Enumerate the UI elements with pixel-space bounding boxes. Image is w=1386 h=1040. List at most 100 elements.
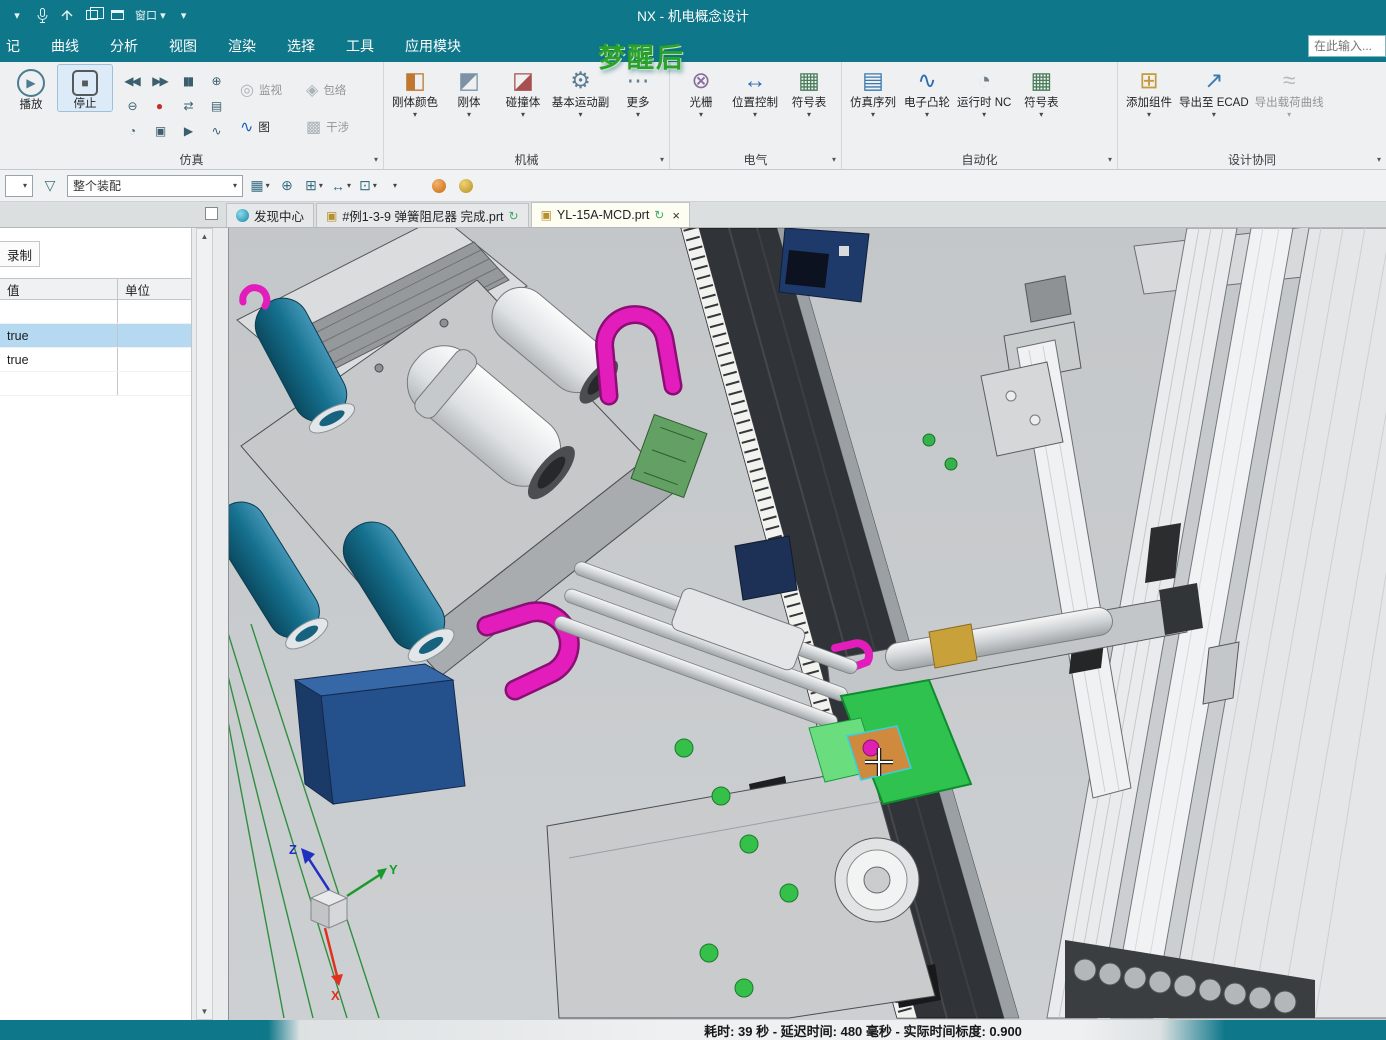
motor-box[interactable] [293, 663, 466, 806]
command-search-input[interactable] [1308, 35, 1386, 57]
scroll-up-icon[interactable]: ▲ [201, 232, 209, 241]
export-ecad-button[interactable]: ↗ 导出至 ECAD ▾ [1176, 65, 1252, 119]
group-label-automation[interactable]: 自动化 ▾ [842, 150, 1117, 169]
group-label-text: 机械 [514, 153, 539, 167]
symbol-table-auto-button[interactable]: ▦ 符号表 ▾ [1014, 65, 1068, 119]
menu-item-application[interactable]: 应用模块 [405, 36, 461, 56]
pause-icon[interactable]: ▮▮ [174, 69, 201, 93]
move-component-icon[interactable]: ↔ ▾ [331, 175, 351, 197]
capture-icon[interactable]: ▣ [146, 119, 173, 143]
record-icon[interactable]: ● [146, 94, 173, 118]
snap-point-icon[interactable]: ⊞ ▾ [304, 175, 324, 197]
assembly-scope-dropdown[interactable]: 整个装配 ▾ [67, 174, 243, 197]
tab-spring-damper-part[interactable]: ▣ #例1-3-9 弹簧阻尼器 完成.prt ↻ [316, 203, 529, 227]
menu-item-view[interactable]: 视图 [169, 36, 197, 56]
simulation-sequence-button[interactable]: ▤ 仿真序列 ▾ [846, 65, 900, 119]
table-row[interactable] [0, 372, 191, 396]
reload-icon[interactable]: ↻ [509, 209, 519, 223]
menu-item-0[interactable]: 记 [6, 36, 20, 56]
sensor-box-top[interactable] [778, 228, 870, 303]
export-load-curve-button[interactable]: ≈ 导出载荷曲线 ▾ [1252, 65, 1327, 119]
stopwatch-icon[interactable]: ◔ [118, 119, 145, 143]
position-control-icon: ↔ [743, 67, 767, 93]
simulation-sequence-icon: ▤ [862, 67, 884, 93]
group-label-simulation[interactable]: 仿真 ▾ [0, 150, 383, 169]
chart-button[interactable]: ∿ 图 [235, 108, 301, 145]
more-tools-dropdown-icon[interactable]: ▾ [385, 175, 405, 197]
scroll-down-icon[interactable]: ▼ [201, 1007, 209, 1016]
button-label: 符号表 [1024, 97, 1059, 109]
microphone-icon[interactable] [35, 7, 49, 23]
tab-discovery-center[interactable]: 发现中心 [226, 203, 315, 227]
jump-start-icon[interactable]: ◀◀ [118, 69, 145, 93]
collision-body-icon: ◪ [512, 67, 534, 93]
title-bar: ▾ 窗口 ▾ ▾ NX - 机电概念设计 [0, 0, 1386, 30]
symbol-table-button[interactable]: ▦ 符号表 ▾ [782, 65, 836, 119]
menu-item-curve[interactable]: 曲线 [51, 36, 79, 56]
jump-end-icon[interactable]: ▶▶ [146, 69, 173, 93]
table-row[interactable] [0, 300, 191, 324]
group-label-collaboration[interactable]: 设计协同 ▾ [1118, 150, 1386, 169]
menu-item-render[interactable]: 渲染 [228, 36, 256, 56]
copy-window-icon[interactable] [85, 7, 104, 23]
play-once-icon[interactable]: ▶ [174, 119, 201, 143]
rigid-body-color-button[interactable]: ◧ 刚体颜色 ▾ [388, 65, 442, 119]
more-button[interactable]: ⋯ 更多 ▾ [611, 65, 665, 119]
close-icon[interactable]: × [672, 208, 680, 223]
simulation-timing-status: 耗时: 39 秒 - 延迟时间: 480 毫秒 - 实际时间标度: 0.900 [704, 1023, 1022, 1039]
reload-icon[interactable]: ↻ [654, 208, 664, 222]
monitor-button[interactable]: ◎ 监视 [235, 71, 301, 108]
select-in-window-icon[interactable]: ▦ ▾ [250, 175, 270, 197]
runtime-nc-button[interactable]: ◔ 运行时 NC ▾ [954, 65, 1014, 119]
electronic-cam-button[interactable]: ∿ 电子凸轮 ▾ [900, 65, 954, 119]
basic-joint-button[interactable]: ⚙ 基本运动副 ▾ [550, 65, 611, 119]
panel-scrollbar[interactable]: ▲ ▼ [196, 228, 213, 1020]
menu-item-select[interactable]: 选择 [287, 36, 315, 56]
button-label: 刚体颜色 [392, 97, 438, 109]
rigid-body-button[interactable]: ◩ 刚体 ▾ [442, 65, 496, 119]
menu-item-tools[interactable]: 工具 [346, 36, 374, 56]
position-control-button[interactable]: ↔ 位置控制 ▾ [728, 65, 782, 119]
selection-filter-dropdown[interactable]: ▾ [5, 174, 33, 197]
add-component-button[interactable]: ⊞ 添加组件 ▾ [1122, 65, 1176, 119]
graphics-viewport[interactable]: Z Y X [228, 228, 1386, 1020]
filter-icon[interactable]: ▽ [40, 175, 60, 197]
chevron-down-icon: ▾ [659, 155, 664, 164]
envelope-button[interactable]: ◈ 包络 [301, 71, 367, 108]
column-header-unit[interactable]: 单位 [118, 279, 191, 299]
interference-button[interactable]: ▩ 干涉 [301, 108, 367, 145]
viewport-3d[interactable]: Z Y X [229, 228, 1386, 1020]
snapshot-icon[interactable]: ▤ [202, 94, 229, 118]
loop-icon[interactable]: ⇄ [174, 94, 201, 118]
table-row-selected[interactable]: true [0, 324, 191, 348]
speed-up-icon[interactable]: ⊕ [202, 69, 229, 93]
group-label-electrical[interactable]: 电气 ▾ [670, 150, 841, 169]
new-window-icon[interactable] [110, 7, 124, 23]
highlight-orange-icon[interactable] [429, 175, 449, 197]
play-button[interactable]: ▶ 播放 [4, 65, 58, 112]
group-label-mechanical[interactable]: 机械 ▾ [384, 150, 669, 169]
menu-item-analysis[interactable]: 分析 [110, 36, 138, 56]
speed-down-icon[interactable]: ⊖ [118, 94, 145, 118]
export-load-curve-icon: ≈ [1282, 67, 1296, 93]
show-hide-icon[interactable]: ⊡ ▾ [358, 175, 378, 197]
triad-y-label: Y [389, 862, 398, 877]
panel-tab-record[interactable]: 录制 [0, 241, 40, 267]
tab-yl15a-mcd-part[interactable]: ▣ YL-15A-MCD.prt ↻ × [530, 202, 690, 227]
toolbar-overflow-dropdown-icon[interactable]: ▾ [177, 7, 191, 23]
tabbar-left-spacer [0, 202, 226, 227]
collision-body-button[interactable]: ◪ 碰撞体 ▾ [496, 65, 550, 119]
highlight-gold-icon[interactable] [456, 175, 476, 197]
sensor-block[interactable] [734, 535, 798, 601]
table-row[interactable]: true [0, 348, 191, 372]
restore-window-button[interactable] [205, 207, 218, 220]
cell-unit [118, 372, 191, 395]
stop-button[interactable]: ■ 停止 [57, 64, 113, 112]
raster-button[interactable]: ⊗ 光栅 ▾ [674, 65, 728, 119]
window-menu[interactable]: 窗口 ▾ [135, 7, 166, 23]
column-header-value[interactable]: 值 [0, 279, 118, 299]
add-selection-icon[interactable]: ⊕ [277, 175, 297, 197]
graph-small-icon[interactable]: ∿ [202, 119, 229, 143]
quick-access-dropdown-icon[interactable]: ▾ [10, 7, 24, 23]
touch-mode-icon[interactable] [60, 7, 74, 23]
